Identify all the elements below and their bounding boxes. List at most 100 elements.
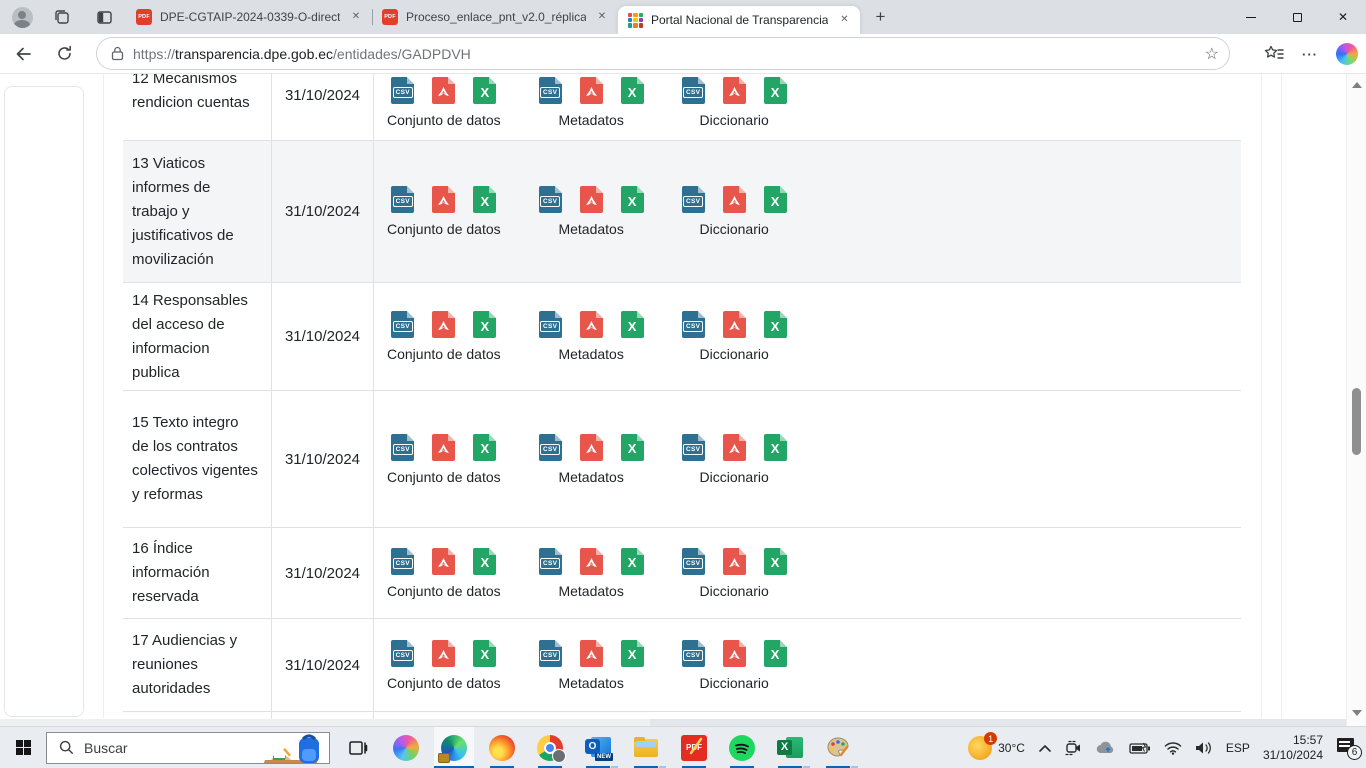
pdf-download-icon[interactable] bbox=[432, 434, 455, 461]
csv-download-icon[interactable]: CSV bbox=[539, 186, 562, 213]
pdf-download-icon[interactable] bbox=[432, 311, 455, 338]
taskbar-spotify-icon[interactable] bbox=[722, 727, 762, 768]
tab-pdf-2[interactable]: PDF Proceso_enlace_pnt_v2.0_réplica_ ✕ bbox=[372, 0, 618, 34]
taskbar-pdf-editor-icon[interactable]: PDF bbox=[674, 727, 714, 768]
taskbar-copilot-icon[interactable] bbox=[386, 727, 426, 768]
excel-download-icon[interactable]: X bbox=[764, 311, 787, 338]
excel-download-icon[interactable]: X bbox=[764, 186, 787, 213]
csv-download-icon[interactable]: CSV bbox=[391, 77, 414, 104]
pdf-download-icon[interactable] bbox=[432, 548, 455, 575]
lock-icon[interactable] bbox=[111, 46, 124, 61]
task-view-button[interactable] bbox=[338, 727, 378, 768]
tray-chevron-up-icon[interactable] bbox=[1038, 743, 1052, 753]
pdf-download-icon[interactable] bbox=[723, 640, 746, 667]
excel-download-icon[interactable]: X bbox=[621, 77, 644, 104]
onedrive-icon[interactable] bbox=[1096, 741, 1116, 755]
back-button[interactable] bbox=[10, 40, 38, 68]
taskbar-chrome-icon[interactable] bbox=[530, 727, 570, 768]
action-center-button[interactable]: 6 bbox=[1336, 736, 1360, 760]
excel-download-icon[interactable]: X bbox=[473, 186, 496, 213]
excel-download-icon[interactable]: X bbox=[621, 548, 644, 575]
pdf-download-icon[interactable] bbox=[580, 434, 603, 461]
tab-close-icon[interactable]: ✕ bbox=[836, 12, 852, 28]
taskbar-outlook-icon[interactable]: O NEW bbox=[578, 727, 618, 768]
pdf-download-icon[interactable] bbox=[580, 640, 603, 667]
taskbar-search[interactable]: Buscar bbox=[46, 732, 330, 764]
excel-download-icon[interactable]: X bbox=[473, 640, 496, 667]
workspaces-icon[interactable] bbox=[48, 3, 76, 31]
tab-actions-icon[interactable] bbox=[90, 3, 118, 31]
taskbar-edge-icon[interactable] bbox=[434, 727, 474, 768]
csv-download-icon[interactable]: CSV bbox=[539, 548, 562, 575]
clock[interactable]: 15:57 31/10/2024 bbox=[1263, 733, 1323, 763]
excel-download-icon[interactable]: X bbox=[764, 434, 787, 461]
scroll-up-icon[interactable] bbox=[1352, 82, 1362, 88]
start-button[interactable] bbox=[0, 727, 46, 768]
vertical-scrollbar[interactable] bbox=[1346, 74, 1366, 726]
taskbar-file-explorer-icon[interactable] bbox=[626, 727, 666, 768]
csv-download-icon[interactable]: CSV bbox=[539, 640, 562, 667]
scrollbar-thumb[interactable] bbox=[1352, 388, 1361, 455]
pdf-download-icon[interactable] bbox=[723, 434, 746, 461]
tab-pdf-1[interactable]: PDF DPE-CGTAIP-2024-0339-O-directri ✕ bbox=[126, 0, 372, 34]
pdf-download-icon[interactable] bbox=[432, 186, 455, 213]
pdf-download-icon[interactable] bbox=[723, 548, 746, 575]
favorites-list-icon[interactable] bbox=[1264, 45, 1284, 63]
meet-now-icon[interactable] bbox=[1065, 740, 1083, 756]
favorite-star-icon[interactable]: ☆ bbox=[1205, 44, 1219, 64]
csv-download-icon[interactable]: CSV bbox=[539, 311, 562, 338]
volume-icon[interactable] bbox=[1195, 741, 1213, 755]
taskbar-firefox-icon[interactable] bbox=[482, 727, 522, 768]
csv-download-icon[interactable]: CSV bbox=[682, 434, 705, 461]
csv-download-icon[interactable]: CSV bbox=[391, 311, 414, 338]
new-tab-button[interactable]: + bbox=[866, 3, 894, 31]
csv-download-icon[interactable]: CSV bbox=[391, 640, 414, 667]
excel-download-icon[interactable]: X bbox=[764, 548, 787, 575]
language-indicator[interactable]: ESP bbox=[1226, 741, 1250, 755]
tab-portal-transparencia[interactable]: Portal Nacional de Transparencia ✕ bbox=[618, 6, 860, 34]
weather-widget[interactable]: 1 30°C bbox=[968, 736, 1025, 760]
csv-download-icon[interactable]: CSV bbox=[391, 434, 414, 461]
csv-download-icon[interactable]: CSV bbox=[682, 640, 705, 667]
address-bar[interactable]: https://transparencia.dpe.gob.ec/entidad… bbox=[96, 37, 1230, 70]
battery-icon[interactable] bbox=[1129, 742, 1151, 755]
wifi-icon[interactable] bbox=[1164, 741, 1182, 755]
excel-download-icon[interactable]: X bbox=[473, 548, 496, 575]
minimize-button[interactable] bbox=[1228, 0, 1274, 34]
excel-download-icon[interactable]: X bbox=[764, 640, 787, 667]
pdf-download-icon[interactable] bbox=[580, 311, 603, 338]
hscrollbar-thumb[interactable] bbox=[0, 719, 650, 726]
pdf-download-icon[interactable] bbox=[580, 186, 603, 213]
profile-button[interactable] bbox=[8, 3, 36, 31]
pdf-download-icon[interactable] bbox=[432, 77, 455, 104]
refresh-button[interactable] bbox=[50, 40, 78, 68]
pdf-download-icon[interactable] bbox=[723, 77, 746, 104]
pdf-download-icon[interactable] bbox=[580, 548, 603, 575]
excel-download-icon[interactable]: X bbox=[473, 434, 496, 461]
csv-download-icon[interactable]: CSV bbox=[539, 77, 562, 104]
scroll-down-icon[interactable] bbox=[1352, 710, 1362, 716]
copilot-icon[interactable] bbox=[1336, 43, 1358, 65]
excel-download-icon[interactable]: X bbox=[621, 311, 644, 338]
excel-download-icon[interactable]: X bbox=[473, 77, 496, 104]
horizontal-scrollbar[interactable] bbox=[0, 719, 1346, 726]
settings-menu-icon[interactable]: ··· bbox=[1302, 47, 1318, 62]
tab-close-icon[interactable]: ✕ bbox=[348, 9, 364, 25]
excel-download-icon[interactable]: X bbox=[621, 640, 644, 667]
close-button[interactable]: ✕ bbox=[1320, 0, 1366, 34]
csv-download-icon[interactable]: CSV bbox=[682, 186, 705, 213]
csv-download-icon[interactable]: CSV bbox=[539, 434, 562, 461]
tab-close-icon[interactable]: ✕ bbox=[594, 9, 610, 25]
csv-download-icon[interactable]: CSV bbox=[682, 77, 705, 104]
excel-download-icon[interactable]: X bbox=[621, 186, 644, 213]
pdf-download-icon[interactable] bbox=[432, 640, 455, 667]
pdf-download-icon[interactable] bbox=[723, 311, 746, 338]
excel-download-icon[interactable]: X bbox=[764, 77, 787, 104]
pdf-download-icon[interactable] bbox=[723, 186, 746, 213]
pdf-download-icon[interactable] bbox=[580, 77, 603, 104]
taskbar-paint-icon[interactable] bbox=[818, 727, 858, 768]
csv-download-icon[interactable]: CSV bbox=[682, 311, 705, 338]
csv-download-icon[interactable]: CSV bbox=[391, 548, 414, 575]
excel-download-icon[interactable]: X bbox=[621, 434, 644, 461]
csv-download-icon[interactable]: CSV bbox=[391, 186, 414, 213]
